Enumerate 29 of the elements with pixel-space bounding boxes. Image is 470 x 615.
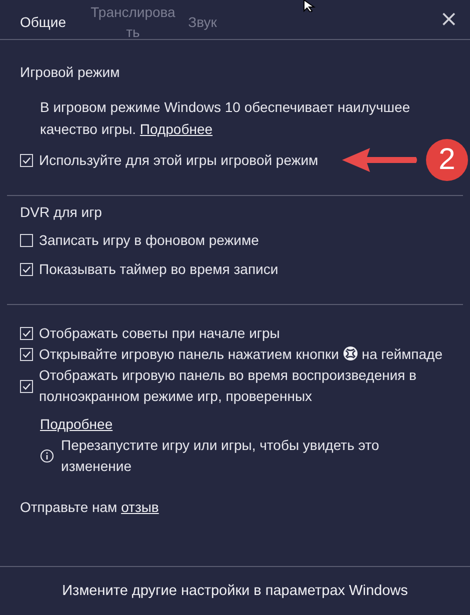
info-icon bbox=[40, 449, 54, 463]
settings-link-button[interactable]: Измените другие настройки в параметрах Windows bbox=[0, 566, 470, 615]
feedback-text: Отправьте нам bbox=[20, 499, 118, 515]
checkbox-label: Показывать таймер во время записи bbox=[39, 260, 278, 279]
checkbox-label: Открывайте игровую панель нажатием кнопки на геймпаде bbox=[39, 345, 442, 364]
feedback-link[interactable]: отзыв bbox=[121, 499, 159, 515]
checkbox-label: Отображать игровую панель во время воспроизведения в полноэкранном режиме игр, проверенных bbox=[39, 366, 418, 406]
checkbox[interactable] bbox=[20, 234, 33, 247]
checkbox[interactable] bbox=[20, 327, 33, 340]
section-title: Игровой режим bbox=[20, 63, 121, 82]
more-link[interactable]: Подробнее bbox=[140, 121, 213, 137]
controller-button-icon bbox=[342, 346, 358, 361]
checkbox-label: Используйте для этой игры игровой режим bbox=[39, 151, 318, 170]
info-text: Перезапустите игру или игры, чтобы увидеть это изменение bbox=[61, 436, 380, 476]
description-text: В игровом режиме Windows 10 обеспечивает наилучшее качество игры. Подробнее bbox=[40, 98, 412, 139]
tab[interactable]: Транслирова ть bbox=[88, 2, 178, 42]
annotation-badge: 2 bbox=[426, 139, 468, 181]
checkbox[interactable] bbox=[20, 348, 33, 361]
tab[interactable]: Общие bbox=[20, 12, 75, 32]
checkbox-label: Отображать советы при начале игры bbox=[39, 324, 280, 343]
checkbox-label: Записать игру в фоновом режиме bbox=[39, 231, 259, 250]
checkbox[interactable] bbox=[20, 263, 33, 276]
cursor-icon bbox=[303, 0, 317, 12]
checkbox[interactable] bbox=[20, 154, 33, 167]
more-link[interactable]: Подробнее bbox=[40, 413, 113, 435]
tab[interactable]: Звук bbox=[180, 12, 225, 32]
section-title: DVR для игр bbox=[20, 203, 103, 222]
checkbox[interactable] bbox=[20, 380, 33, 392]
close-button[interactable]: × bbox=[440, 9, 458, 31]
